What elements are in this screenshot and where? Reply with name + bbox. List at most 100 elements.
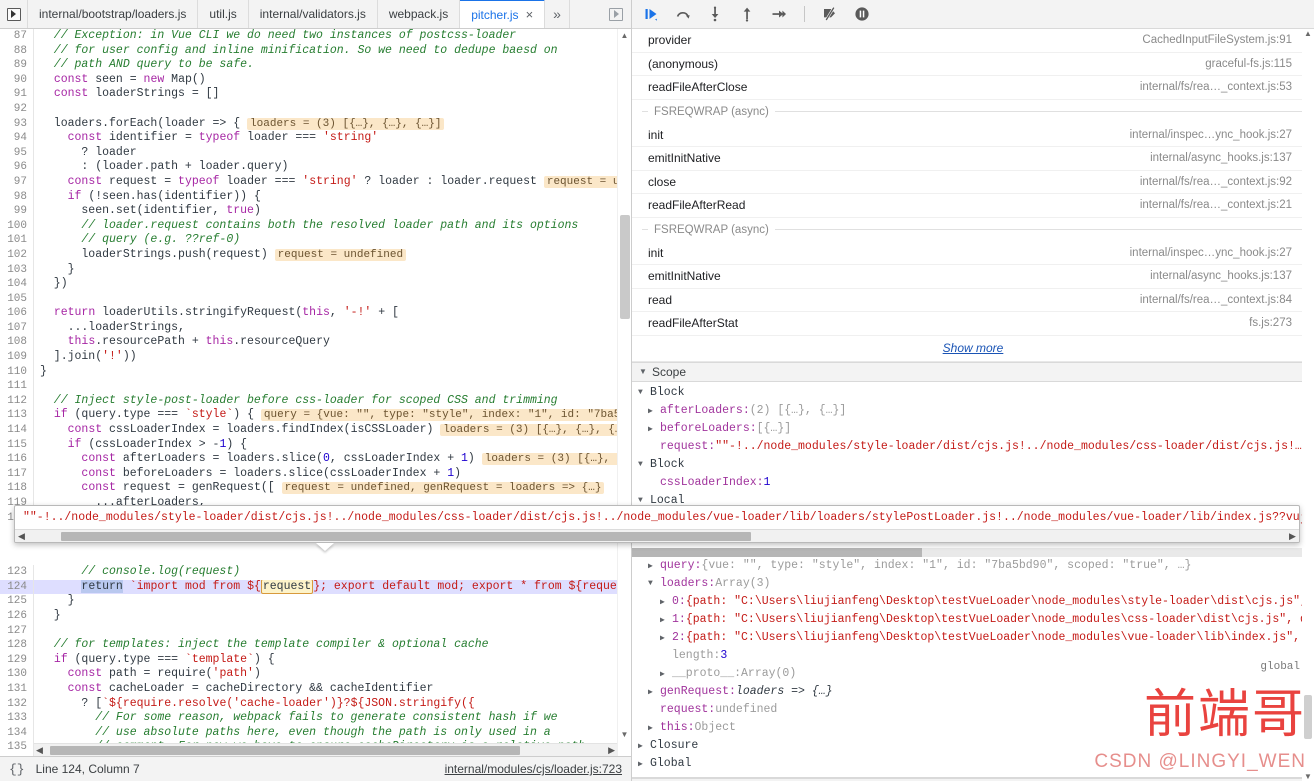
- source-mapped-link[interactable]: internal/modules/cjs/loader.js:723: [445, 762, 622, 776]
- chevron-down-icon[interactable]: ▼: [638, 460, 646, 469]
- line-number[interactable]: 129: [0, 652, 34, 668]
- line-number[interactable]: 115: [0, 437, 34, 453]
- line-number[interactable]: 135: [0, 740, 34, 755]
- chevron-down-icon[interactable]: ▼: [638, 496, 646, 505]
- line-number[interactable]: 96: [0, 160, 34, 175]
- show-navigator-button[interactable]: [0, 0, 28, 28]
- line-number[interactable]: 89: [0, 58, 34, 73]
- code-line[interactable]: 90 const seen = new Map(): [0, 72, 631, 88]
- scope-row[interactable]: ▶ __proto__: Array(0): [632, 665, 1314, 683]
- scroll-right-icon[interactable]: ▶: [1286, 531, 1299, 542]
- code-line[interactable]: 108 this.resourcePath + this.resourceQue…: [0, 335, 631, 351]
- code-line[interactable]: 115 if (cssLoaderIndex > -1) {: [0, 437, 631, 453]
- code-editor[interactable]: 87 // Exception: in Vue CLI we do need t…: [0, 29, 631, 756]
- line-number[interactable]: 107: [0, 320, 34, 336]
- call-stack-frame-location[interactable]: fs.js:273: [1249, 317, 1292, 329]
- line-number[interactable]: 108: [0, 335, 34, 351]
- editor-tab-1[interactable]: util.js: [198, 0, 249, 28]
- line-number[interactable]: 132: [0, 696, 34, 712]
- line-number[interactable]: 112: [0, 393, 34, 409]
- line-number[interactable]: 91: [0, 87, 34, 102]
- scroll-up-icon[interactable]: ▲: [618, 29, 631, 43]
- scope-row[interactable]: ▶ 1: {path: "C:\Users\liujianfeng\Desktop…: [632, 611, 1314, 629]
- code-line[interactable]: 129 if (query.type === `template`) {: [0, 652, 631, 668]
- code-line[interactable]: 109 ].join('!')): [0, 350, 631, 365]
- line-number[interactable]: 125: [0, 594, 34, 609]
- call-stack-frame[interactable]: read internal/fs/rea…_context.js:84: [632, 289, 1314, 313]
- editor-tab-3[interactable]: webpack.js: [377, 0, 461, 28]
- scroll-left-icon[interactable]: ◀: [15, 531, 28, 542]
- more-tabs-button[interactable]: »: [545, 0, 570, 28]
- code-line[interactable]: 126 }: [0, 608, 631, 624]
- line-number[interactable]: 131: [0, 681, 34, 697]
- call-stack-frame[interactable]: emitInitNative internal/async_hooks.js:13…: [632, 265, 1314, 289]
- editor-tab-2[interactable]: internal/validators.js: [248, 0, 378, 28]
- line-number[interactable]: 134: [0, 725, 34, 741]
- step-out-of-current-function-button[interactable]: [738, 5, 756, 23]
- code-line[interactable]: 104 }): [0, 277, 631, 292]
- scope-hscroll-thumb[interactable]: [632, 547, 922, 557]
- call-stack-frame-location[interactable]: CachedInputFileSystem.js:91: [1142, 34, 1292, 46]
- line-number[interactable]: 113: [0, 408, 34, 424]
- code-line[interactable]: 132 ? [`${require.resolve('cache-loader'…: [0, 696, 631, 712]
- line-number[interactable]: 98: [0, 189, 34, 205]
- code-line[interactable]: 94 const identifier = typeof loader === …: [0, 131, 631, 146]
- scope-row[interactable]: ▼ Block: [632, 384, 1314, 402]
- line-number[interactable]: 117: [0, 466, 34, 482]
- scope-row[interactable]: ▶ afterLoaders: (2) [{…}, {…}]: [632, 402, 1314, 420]
- line-number[interactable]: 95: [0, 145, 34, 161]
- close-icon[interactable]: ×: [526, 8, 534, 21]
- call-stack-frame[interactable]: (anonymous) graceful-fs.js:115: [632, 53, 1314, 77]
- scope-section-header[interactable]: ▼ Scope: [632, 361, 1314, 382]
- line-number[interactable]: 100: [0, 218, 34, 234]
- scope-row[interactable]: ▶ genRequest: loaders => {…}: [632, 683, 1314, 701]
- call-stack-frame-location[interactable]: internal/inspec…ync_hook.js:27: [1130, 247, 1292, 259]
- line-number[interactable]: 97: [0, 174, 34, 190]
- code-line[interactable]: 89 // path AND query to be safe.: [0, 58, 631, 73]
- code-line[interactable]: 123 // console.log(request): [0, 565, 631, 580]
- line-number[interactable]: 90: [0, 72, 34, 88]
- code-line[interactable]: 92: [0, 101, 631, 117]
- editor-tab-4[interactable]: pitcher.js ×: [460, 0, 546, 28]
- code-line[interactable]: 105: [0, 291, 631, 307]
- code-line[interactable]: 107 ...loaderStrings,: [0, 320, 631, 336]
- code-line[interactable]: 110}: [0, 364, 631, 380]
- line-number[interactable]: 99: [0, 204, 34, 219]
- line-number[interactable]: 109: [0, 350, 34, 365]
- line-number[interactable]: 128: [0, 638, 34, 653]
- code-line[interactable]: 99 seen.set(identifier, true): [0, 204, 631, 219]
- scope-row[interactable]: ▶ beforeLoaders: [{…}]: [632, 420, 1314, 438]
- chevron-right-icon[interactable]: ▶: [648, 424, 656, 434]
- call-stack-frame-location[interactable]: internal/async_hooks.js:137: [1150, 152, 1292, 164]
- chevron-right-icon[interactable]: ▶: [660, 615, 668, 625]
- scope-row[interactable]: request: undefined: [632, 701, 1314, 719]
- call-stack-frame[interactable]: init internal/inspec…ync_hook.js:27: [632, 241, 1314, 265]
- call-stack-frame[interactable]: init internal/inspec…ync_hook.js:27: [632, 123, 1314, 147]
- debugger-vscroll-thumb[interactable]: [1304, 695, 1312, 739]
- chevron-right-icon[interactable]: ▶: [638, 759, 646, 769]
- scope-rows-lower[interactable]: ▶ query: {vue: "", type: "style", index: …: [632, 557, 1314, 773]
- line-number[interactable]: 94: [0, 131, 34, 146]
- code-line[interactable]: 134 // use absolute paths here, even tho…: [0, 725, 631, 741]
- call-stack-frame[interactable]: close internal/fs/rea…_context.js:92: [632, 171, 1314, 195]
- scope-row[interactable]: ▶ Closure: [632, 737, 1314, 755]
- step-over-next-function-call-button[interactable]: [674, 5, 692, 23]
- line-number[interactable]: 123: [0, 565, 34, 580]
- code-line[interactable]: 114 const cssLoaderIndex = loaders.findI…: [0, 423, 631, 438]
- call-stack-frame-location[interactable]: internal/fs/rea…_context.js:53: [1140, 81, 1292, 93]
- editor-hscroll-thumb[interactable]: [50, 746, 520, 755]
- line-number[interactable]: 126: [0, 608, 34, 624]
- scope-row[interactable]: ▶ 2: {path: "C:\Users\liujianfeng\Desktop…: [632, 629, 1314, 647]
- editor-vscroll-thumb[interactable]: [620, 215, 630, 319]
- code-line[interactable]: 93 loaders.forEach(loader => { loaders =…: [0, 116, 631, 132]
- chevron-down-icon[interactable]: ▼: [638, 388, 646, 397]
- code-line[interactable]: 116 const afterLoaders = loaders.slice(0…: [0, 452, 631, 467]
- resume-script-execution-button[interactable]: [642, 5, 660, 23]
- scope-row[interactable]: cssLoaderIndex: 1: [632, 474, 1314, 492]
- scope-horizontal-scrollbar[interactable]: [632, 547, 1302, 557]
- code-lines-upper[interactable]: 87 // Exception: in Vue CLI we do need t…: [0, 29, 631, 526]
- line-number[interactable]: 106: [0, 306, 34, 321]
- chevron-down-icon[interactable]: ▼: [648, 579, 656, 588]
- code-line[interactable]: 130 const path = require('path'): [0, 667, 631, 682]
- scope-row[interactable]: ▶ 0: {path: "C:\Users\liujianfeng\Desktop…: [632, 593, 1314, 611]
